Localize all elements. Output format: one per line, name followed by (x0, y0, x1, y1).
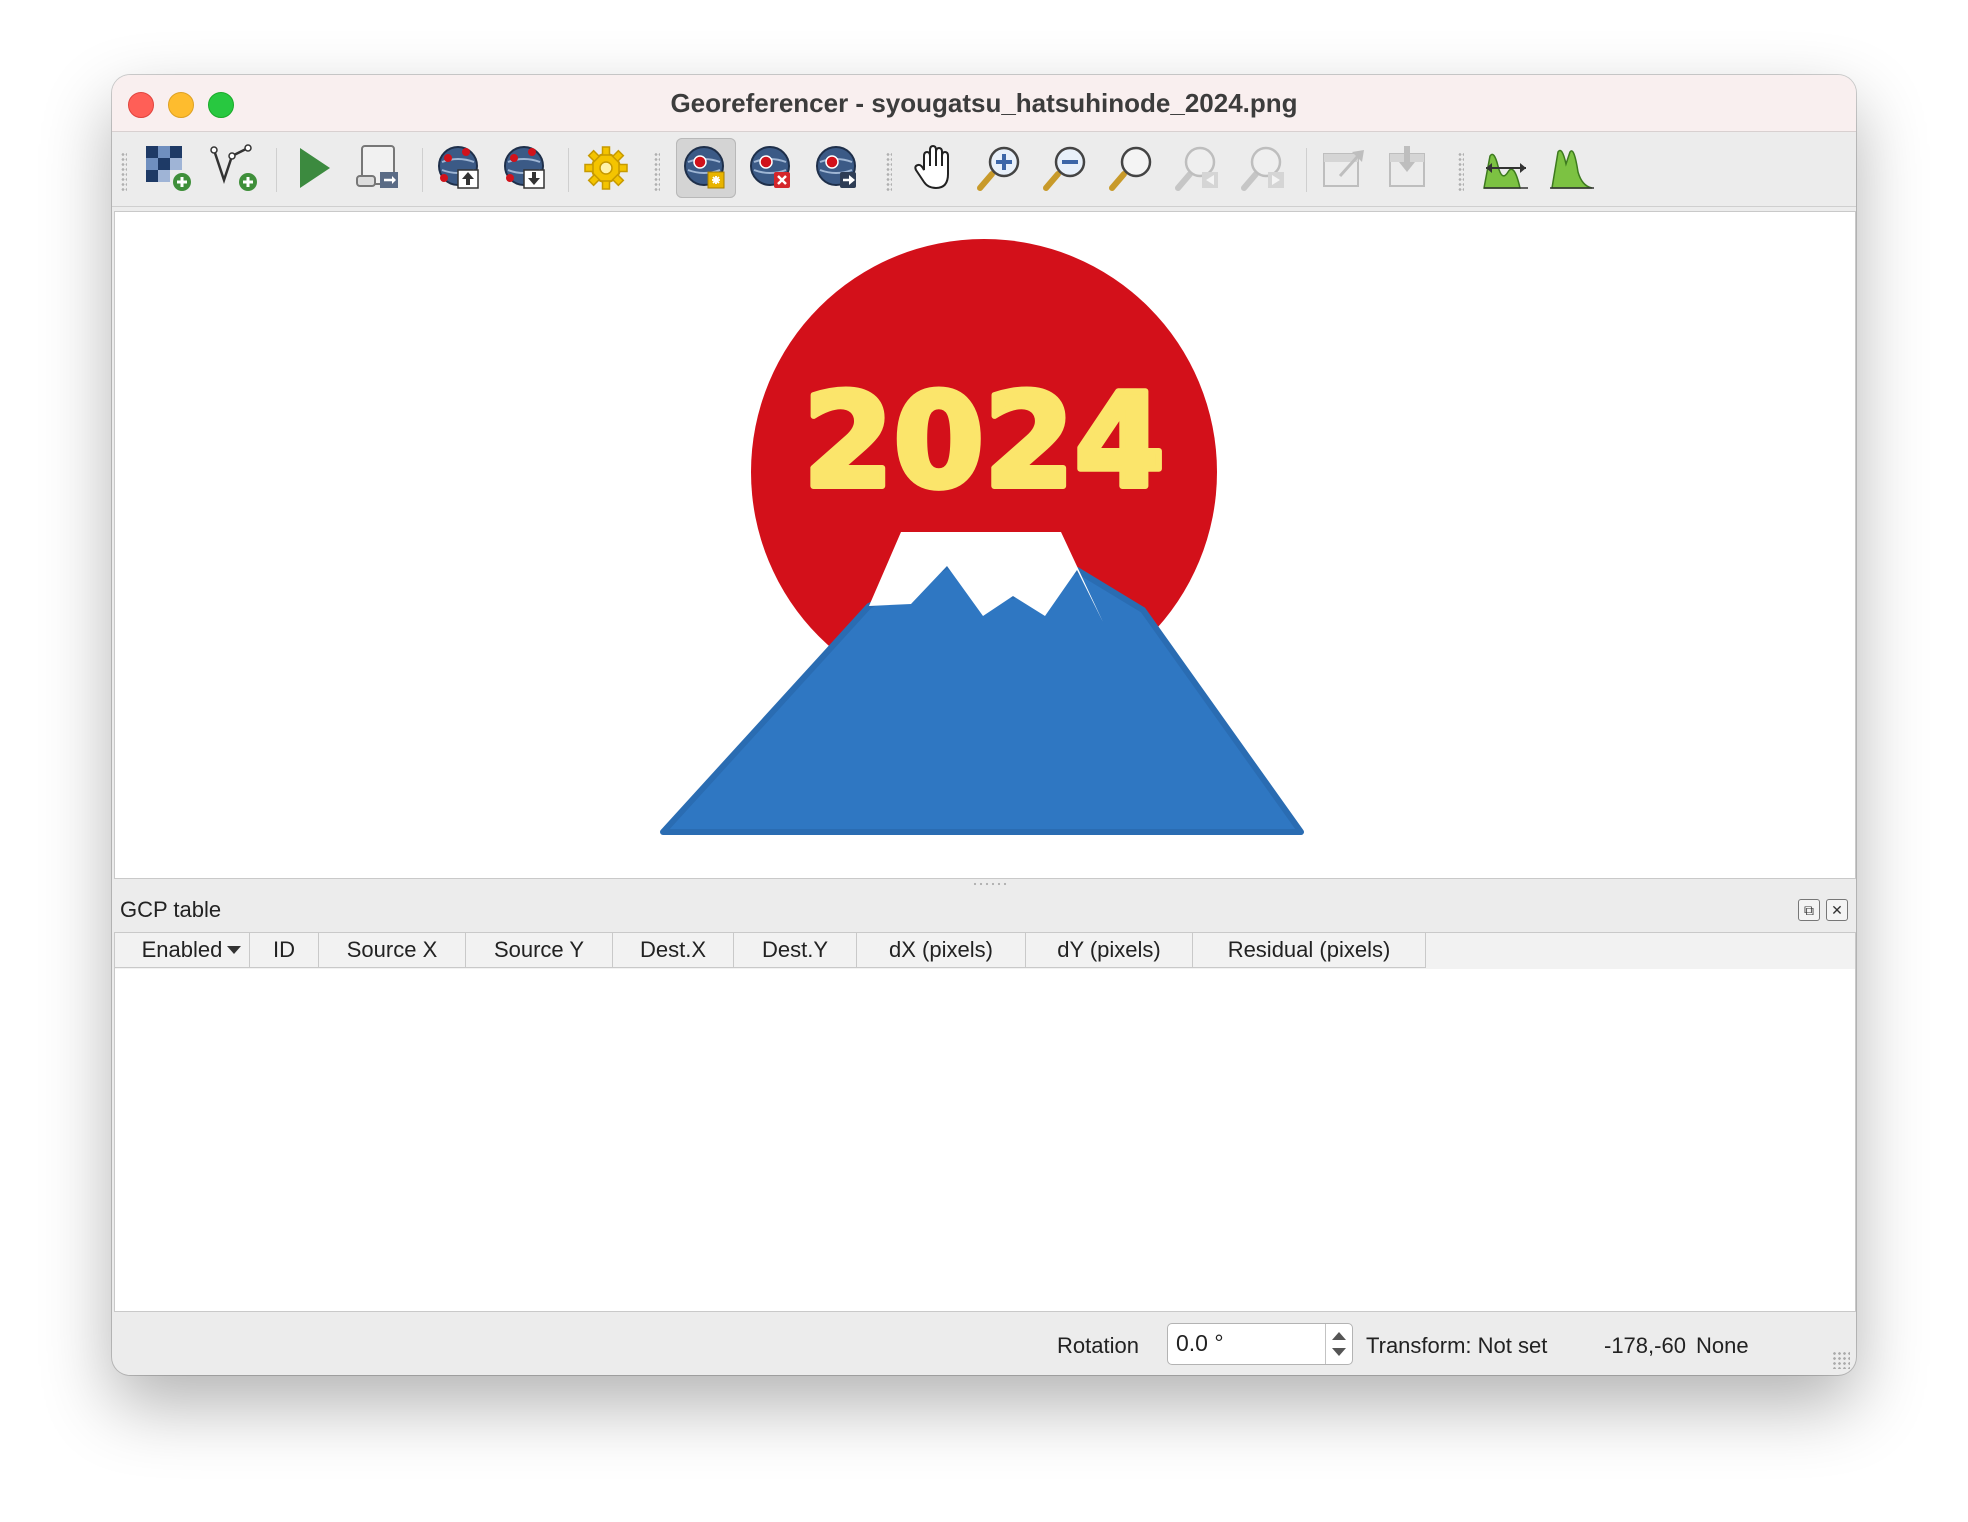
rotation-value[interactable]: 0.0 ° (1176, 1330, 1224, 1357)
toolbar-grip[interactable] (886, 152, 892, 192)
pan-icon (914, 144, 949, 190)
gcp-table[interactable]: Enabled ID Source X Source Y Dest.X Dest… (114, 932, 1856, 1312)
start-georeferencing-icon (300, 148, 330, 188)
rotation-spinbox[interactable]: 0.0 ° (1167, 1323, 1353, 1365)
column-header-source-y[interactable]: Source Y (466, 933, 613, 968)
window-title: Georeferencer - syougatsu_hatsuhinode_20… (670, 88, 1298, 118)
link-qgis-to-georeferencer-icon (1389, 146, 1425, 187)
column-header-dx[interactable]: dX (pixels) (857, 933, 1026, 968)
local-histogram-stretch-button[interactable] (1542, 138, 1602, 198)
zoom-last-button[interactable] (1168, 138, 1228, 198)
float-panel-button[interactable]: ⧉ (1798, 899, 1820, 921)
rotation-stepper[interactable] (1325, 1324, 1352, 1364)
crs-status[interactable]: None (1696, 1333, 1749, 1359)
step-up-icon[interactable] (1332, 1332, 1346, 1340)
zoom-out-button[interactable] (1036, 138, 1096, 198)
zoom-last-icon (1175, 146, 1218, 191)
zoom-in-icon (977, 146, 1020, 191)
add-vector-icon (210, 144, 257, 191)
move-point-button[interactable] (808, 138, 868, 198)
add-vector-button[interactable] (204, 138, 264, 198)
load-gcp-button[interactable] (430, 138, 490, 198)
add-raster-button[interactable] (138, 138, 198, 198)
move-point-icon (816, 146, 856, 188)
raster-image: 2024 (660, 239, 1304, 835)
generate-script-button[interactable] (350, 138, 410, 198)
transformation-settings-icon (584, 146, 628, 190)
link-georeferencer-to-qgis-icon (1323, 150, 1364, 187)
start-georeferencing-button[interactable] (284, 138, 344, 198)
column-header-source-x[interactable]: Source X (319, 933, 466, 968)
year-text: 2024 (803, 365, 1165, 517)
delete-point-icon (750, 146, 790, 188)
load-gcp-icon (438, 146, 479, 189)
coordinate-readout: -178,-60 (1604, 1333, 1686, 1358)
column-header-enabled[interactable]: Enabled (115, 933, 250, 968)
column-header-dy[interactable]: dY (pixels) (1026, 933, 1193, 968)
rotation-label: Rotation (1057, 1333, 1139, 1358)
save-gcp-button[interactable] (496, 138, 556, 198)
zoom-to-layer-icon (1109, 146, 1152, 191)
add-raster-icon (146, 146, 191, 191)
zoom-out-icon (1043, 146, 1086, 191)
zoom-next-button[interactable] (1234, 138, 1294, 198)
step-down-icon[interactable] (1332, 1348, 1346, 1356)
local-histogram-stretch-icon (1550, 149, 1594, 189)
add-point-icon (684, 146, 725, 189)
gcp-table-header: Enabled ID Source X Source Y Dest.X Dest… (115, 933, 1855, 969)
column-header-residual[interactable]: Residual (pixels) (1193, 933, 1426, 968)
status-bar: Rotation 0.0 ° Transform: Not set -178,-… (112, 1315, 1856, 1375)
link-qgis-to-georeferencer-button[interactable] (1380, 138, 1440, 198)
full-histogram-stretch-button[interactable] (1476, 138, 1536, 198)
save-gcp-icon (504, 146, 545, 189)
column-header-dest-y[interactable]: Dest.Y (734, 933, 857, 968)
toolbar-grip[interactable] (121, 152, 127, 192)
add-point-button[interactable] (676, 138, 736, 198)
sort-arrow-icon (227, 946, 241, 954)
full-histogram-stretch-icon (1483, 153, 1528, 189)
delete-point-button[interactable] (742, 138, 802, 198)
transformation-settings-button[interactable] (576, 138, 636, 198)
toolbar-grip[interactable] (654, 152, 660, 192)
map-canvas[interactable]: 2024 (114, 211, 1856, 879)
zoom-in-button[interactable] (970, 138, 1030, 198)
gcp-table-title: GCP table (120, 897, 222, 922)
title-bar: Georeferencer - syougatsu_hatsuhinode_20… (112, 75, 1856, 132)
toolbar (112, 132, 1856, 207)
zoom-to-layer-button[interactable] (1102, 138, 1162, 198)
link-georeferencer-to-qgis-button[interactable] (1314, 138, 1374, 198)
resize-grip[interactable] (1832, 1351, 1850, 1369)
generate-script-icon (356, 145, 398, 188)
column-header-dest-x[interactable]: Dest.X (613, 933, 734, 968)
panel-splitter[interactable] (112, 880, 1856, 890)
pan-button[interactable] (904, 138, 964, 198)
column-header-id[interactable]: ID (250, 933, 319, 968)
close-panel-button[interactable]: ✕ (1826, 899, 1848, 921)
toolbar-grip[interactable] (1458, 152, 1464, 192)
transform-status: Transform: Not set (1366, 1333, 1548, 1358)
zoom-next-icon (1241, 146, 1284, 191)
georeferencer-window: Georeferencer - syougatsu_hatsuhinode_20… (112, 75, 1856, 1375)
